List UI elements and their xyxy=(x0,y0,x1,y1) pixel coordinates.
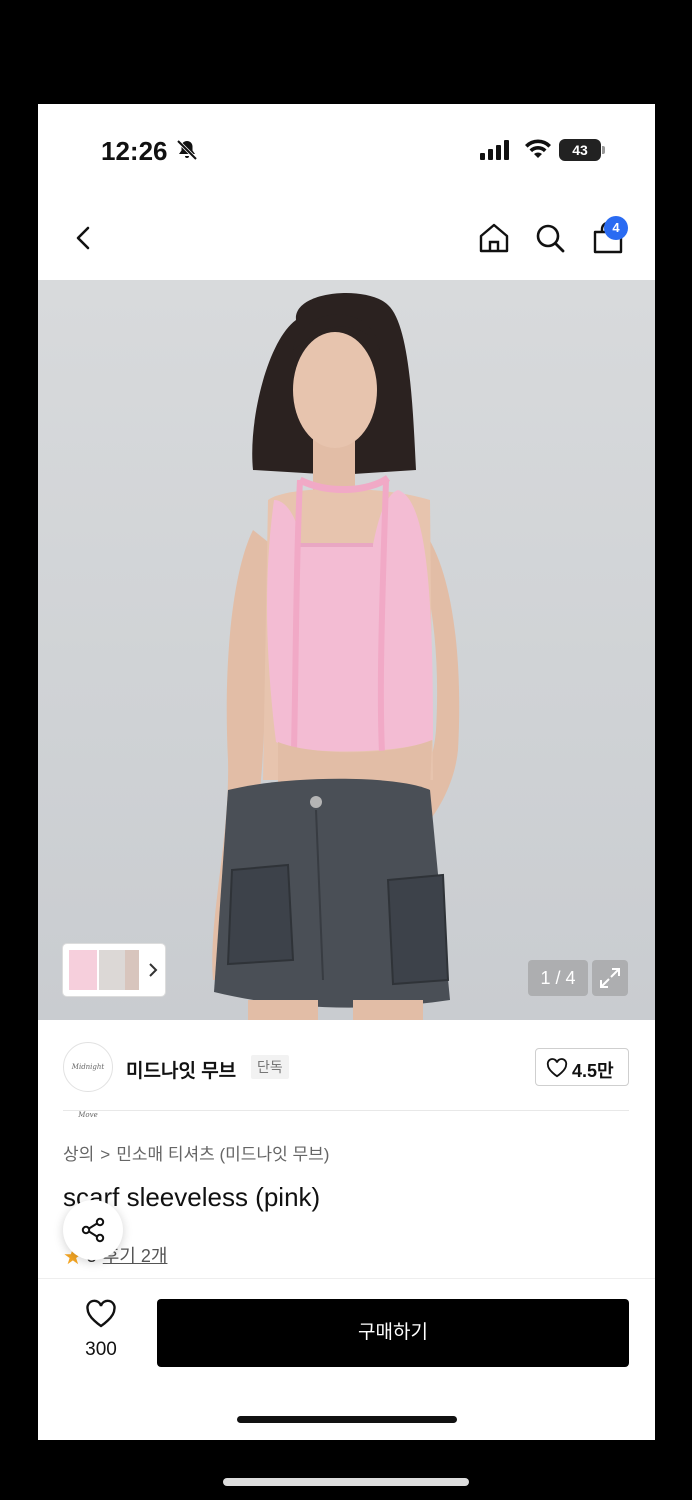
breadcrumb-separator: > xyxy=(100,1145,111,1164)
status-time: 12:26 xyxy=(101,136,168,166)
thumbnail-image[interactable] xyxy=(69,950,97,990)
breadcrumb-subcategory[interactable]: 민소매 티셔츠 (미드나잇 무브) xyxy=(116,1145,329,1164)
search-icon[interactable] xyxy=(532,220,568,256)
share-button[interactable] xyxy=(63,1200,123,1260)
home-icon[interactable] xyxy=(476,220,512,256)
back-chevron-icon[interactable] xyxy=(66,220,102,256)
thumbnail-image[interactable] xyxy=(125,950,139,990)
brand-like-button[interactable]: 4.5만 xyxy=(535,1048,629,1086)
brand-row: Midnight Move 미드나잇 무브 단독 4.5만 xyxy=(38,1020,655,1119)
image-counter: 1 / 4 xyxy=(528,960,588,996)
product-image-gallery[interactable]: 1 / 4 xyxy=(38,280,655,1020)
brand-like-count: 4.5만 xyxy=(572,1061,614,1081)
brand-name[interactable]: 미드나잇 무브 xyxy=(126,1056,236,1083)
thumbnail-image[interactable] xyxy=(99,950,127,990)
product-photo xyxy=(212,293,460,1020)
buy-button[interactable]: 구매하기 xyxy=(157,1299,629,1367)
thumbnail-strip[interactable] xyxy=(63,944,165,996)
breadcrumb-category[interactable]: 상의 xyxy=(63,1145,94,1164)
heart-icon xyxy=(86,1299,116,1328)
top-nav xyxy=(38,204,655,280)
breadcrumb: 상의 > 민소매 티셔츠 (미드나잇 무브) xyxy=(63,1140,329,1165)
home-indicator xyxy=(237,1416,457,1423)
battery-level: 43 xyxy=(559,139,601,161)
status-bar: 12:26 43 xyxy=(38,104,655,194)
wifi-icon xyxy=(525,139,551,158)
signal-icon xyxy=(480,140,509,160)
outer-home-indicator xyxy=(223,1478,469,1486)
chevron-right-icon xyxy=(149,963,158,977)
share-icon xyxy=(81,1217,105,1243)
divider xyxy=(63,1110,629,1111)
bell-muted-icon xyxy=(176,139,198,161)
heart-icon xyxy=(546,1058,568,1078)
battery-tip xyxy=(602,146,605,154)
expand-icon xyxy=(600,968,620,988)
exclusive-badge: 단독 xyxy=(251,1055,289,1079)
phone-screen: 12:26 43 4 1 / 4 Midnight Move 미드나잇 무브 단… xyxy=(38,104,655,1440)
wishlist-count: 300 xyxy=(85,1339,117,1360)
cart-count-badge: 4 xyxy=(604,216,628,240)
expand-button[interactable] xyxy=(592,960,628,996)
brand-logo[interactable]: Midnight Move xyxy=(63,1042,113,1119)
